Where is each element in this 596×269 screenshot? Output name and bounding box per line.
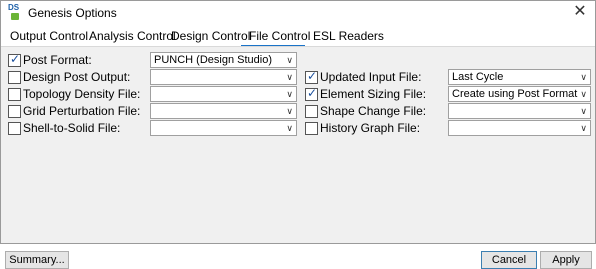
history-graph-file-checkbox[interactable] [305, 122, 318, 135]
tab-analysis-control[interactable]: Analysis Control [89, 29, 176, 45]
shape-change-file-label: Shape Change File: [320, 104, 427, 118]
history-graph-file-label: History Graph File: [320, 121, 421, 135]
updated-input-file-label: Updated Input File: [320, 70, 422, 84]
chevron-down-icon: ∨ [286, 55, 293, 65]
design-post-output-checkbox[interactable] [8, 71, 21, 84]
app-logo-icon: DS [8, 4, 22, 21]
topology-density-file-select[interactable]: ∨ [150, 86, 297, 102]
tab-design-control[interactable]: Design Control [171, 29, 250, 45]
grid-perturbation-file-select[interactable]: ∨ [150, 103, 297, 119]
tab-bar: Output Control Analysis Control Design C… [1, 25, 595, 47]
grid-perturbation-file-label: Grid Perturbation File: [23, 104, 141, 118]
title-bar: DS Genesis Options ✕ [1, 1, 595, 25]
checkmark-icon: ✓ [307, 86, 318, 100]
element-sizing-file-checkbox[interactable]: ✓ [305, 86, 318, 101]
file-control-pane: ✓ Post Format: PUNCH (Design Studio) ∨ D… [1, 47, 595, 269]
shape-change-file-checkbox[interactable] [305, 105, 318, 118]
post-format-checkbox[interactable]: ✓ [8, 52, 21, 67]
chevron-down-icon: ∨ [580, 72, 587, 82]
chevron-down-icon: ∨ [580, 123, 587, 133]
topology-density-file-checkbox[interactable] [8, 88, 21, 101]
shell-to-solid-file-label: Shell-to-Solid File: [23, 121, 121, 135]
chevron-down-icon: ∨ [580, 89, 587, 99]
topology-density-file-label: Topology Density File: [23, 87, 141, 101]
post-format-label: Post Format: [23, 53, 92, 67]
cancel-button[interactable]: Cancel [481, 251, 537, 269]
element-sizing-file-select[interactable]: Create using Post Format ∨ [448, 86, 591, 102]
post-format-select[interactable]: PUNCH (Design Studio) ∨ [150, 52, 297, 68]
grid-perturbation-file-checkbox[interactable] [8, 105, 21, 118]
tab-file-control[interactable]: File Control [249, 29, 310, 45]
updated-input-file-select[interactable]: Last Cycle ∨ [448, 69, 591, 85]
design-post-output-label: Design Post Output: [23, 70, 131, 84]
chevron-down-icon: ∨ [286, 89, 293, 99]
history-graph-file-select[interactable]: ∨ [448, 120, 591, 136]
design-post-output-select[interactable]: ∨ [150, 69, 297, 85]
checkmark-icon: ✓ [10, 52, 21, 66]
shape-change-file-select[interactable]: ∨ [448, 103, 591, 119]
chevron-down-icon: ∨ [286, 106, 293, 116]
window-title: Genesis Options [28, 6, 117, 20]
tab-esl-readers[interactable]: ESL Readers [313, 29, 384, 45]
checkmark-icon: ✓ [307, 69, 318, 83]
chevron-down-icon: ∨ [286, 123, 293, 133]
chevron-down-icon: ∨ [580, 106, 587, 116]
genesis-options-window: DS Genesis Options ✕ Output Control Anal… [0, 0, 596, 269]
shell-to-solid-file-select[interactable]: ∨ [150, 120, 297, 136]
close-icon[interactable]: ✕ [571, 2, 589, 22]
chevron-down-icon: ∨ [286, 72, 293, 82]
apply-button[interactable]: Apply [540, 251, 592, 269]
tab-output-control[interactable]: Output Control [10, 29, 88, 45]
summary-button[interactable]: Summary... [5, 251, 69, 269]
element-sizing-file-label: Element Sizing File: [320, 87, 427, 101]
updated-input-file-checkbox[interactable]: ✓ [305, 69, 318, 84]
shell-to-solid-file-checkbox[interactable] [8, 122, 21, 135]
